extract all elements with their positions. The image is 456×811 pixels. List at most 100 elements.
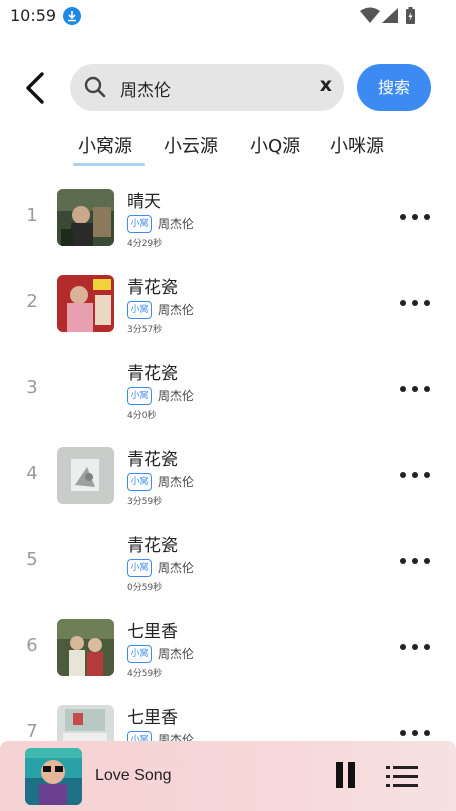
song-list[interactable]: 1 晴天 小窝 周杰伦 4分29秒 2 青花瓷 小窝 周杰伦 3分57秒 3 青… [0, 175, 456, 741]
tab-xiaowo[interactable]: 小窝源 [78, 132, 132, 158]
song-artist: 周杰伦 [158, 647, 195, 661]
search-icon [84, 76, 106, 98]
clear-search-button[interactable]: x [320, 74, 332, 96]
song-duration: 4分29秒 [127, 239, 163, 249]
tab-xiaoq[interactable]: 小Q源 [250, 132, 300, 158]
song-title: 七里香 [127, 622, 178, 642]
song-artist: 周杰伦 [158, 561, 195, 575]
more-dot-icon [412, 214, 418, 220]
more-dot-icon [424, 558, 430, 564]
more-options-button[interactable] [398, 296, 432, 310]
more-dot-icon [412, 300, 418, 306]
pause-icon [336, 762, 343, 788]
more-dot-icon [412, 472, 418, 478]
wifi-icon [360, 7, 380, 23]
more-dot-icon [400, 558, 406, 564]
status-icons [360, 6, 420, 30]
song-artist: 周杰伦 [158, 303, 195, 317]
song-duration: 0分59秒 [127, 583, 163, 593]
battery-charging-icon [406, 7, 415, 24]
more-dot-icon [412, 558, 418, 564]
search-button[interactable]: 搜索 [357, 64, 431, 111]
song-title: 晴天 [127, 192, 161, 212]
row-index: 6 [26, 635, 38, 656]
source-badge: 小窝 [127, 473, 152, 491]
row-index: 1 [26, 205, 38, 226]
song-row[interactable]: 6 七里香 小窝 周杰伦 4分59秒 [0, 605, 456, 691]
source-tabs: 小窝源 小云源 小Q源 小咪源 [70, 128, 410, 168]
song-artist: 周杰伦 [158, 475, 195, 489]
search-input[interactable] [120, 75, 310, 101]
status-time: 10:59 [10, 6, 57, 25]
song-title: 青花瓷 [127, 450, 178, 470]
song-duration: 4分0秒 [127, 411, 157, 421]
pause-icon [348, 762, 355, 788]
song-duration: 4分59秒 [127, 669, 163, 679]
song-row[interactable]: 5 青花瓷 小窝 周杰伦 0分59秒 [0, 519, 456, 605]
row-index: 2 [26, 291, 38, 312]
song-artist: 周杰伦 [158, 389, 195, 403]
source-badge: 小窝 [127, 731, 152, 741]
song-duration: 3分59秒 [127, 497, 163, 507]
more-dot-icon [400, 214, 406, 220]
song-title: 七里香 [127, 708, 178, 728]
active-tab-indicator [73, 163, 145, 166]
song-artist: 周杰伦 [158, 733, 195, 741]
album-cover [57, 447, 114, 504]
more-dot-icon [400, 472, 406, 478]
more-dot-icon [424, 386, 430, 392]
status-bar: 10:59 [0, 0, 456, 32]
song-artist: 周杰伦 [158, 217, 195, 231]
playlist-icon [386, 766, 418, 787]
row-index: 7 [26, 721, 38, 741]
now-playing-cover[interactable] [25, 748, 82, 805]
row-index: 3 [26, 377, 38, 398]
source-badge: 小窝 [127, 215, 152, 233]
song-title: 青花瓷 [127, 278, 178, 298]
song-title: 青花瓷 [127, 364, 178, 384]
more-dot-icon [412, 644, 418, 650]
more-dot-icon [400, 730, 406, 736]
row-index: 5 [26, 549, 38, 570]
album-cover [57, 189, 114, 246]
song-row[interactable]: 2 青花瓷 小窝 周杰伦 3分57秒 [0, 261, 456, 347]
more-dot-icon [424, 472, 430, 478]
more-options-button[interactable] [398, 640, 432, 654]
more-dot-icon [412, 730, 418, 736]
chevron-left-icon [26, 72, 44, 104]
more-dot-icon [400, 386, 406, 392]
more-options-button[interactable] [398, 726, 432, 740]
source-badge: 小窝 [127, 559, 152, 577]
source-badge: 小窝 [127, 301, 152, 319]
song-title: 青花瓷 [127, 536, 178, 556]
song-row[interactable]: 3 青花瓷 小窝 周杰伦 4分0秒 [0, 347, 456, 433]
source-badge: 小窝 [127, 645, 152, 663]
download-notification-icon [63, 7, 81, 25]
more-dot-icon [400, 300, 406, 306]
more-dot-icon [424, 730, 430, 736]
more-dot-icon [412, 386, 418, 392]
song-row[interactable]: 1 晴天 小窝 周杰伦 4分29秒 [0, 175, 456, 261]
back-button[interactable] [18, 68, 54, 108]
row-index: 4 [26, 463, 38, 484]
mini-player[interactable]: Love Song [0, 741, 456, 811]
song-duration: 3分57秒 [127, 325, 163, 335]
album-cover [57, 619, 114, 676]
more-options-button[interactable] [398, 554, 432, 568]
more-options-button[interactable] [398, 382, 432, 396]
more-options-button[interactable] [398, 468, 432, 482]
source-badge: 小窝 [127, 387, 152, 405]
song-row[interactable]: 4 青花瓷 小窝 周杰伦 3分59秒 [0, 433, 456, 519]
playlist-button[interactable] [385, 764, 419, 790]
pause-button[interactable] [334, 762, 358, 790]
more-options-button[interactable] [398, 210, 432, 224]
more-dot-icon [424, 644, 430, 650]
more-dot-icon [424, 300, 430, 306]
song-row[interactable]: 7 七里香 小窝 周杰伦 [0, 691, 456, 741]
signal-icon [382, 8, 398, 23]
search-box[interactable]: x [70, 64, 344, 111]
more-dot-icon [424, 214, 430, 220]
tab-xiaoyun[interactable]: 小云源 [164, 132, 218, 158]
now-playing-title[interactable]: Love Song [95, 767, 172, 785]
tab-xiaomi[interactable]: 小咪源 [330, 132, 384, 158]
